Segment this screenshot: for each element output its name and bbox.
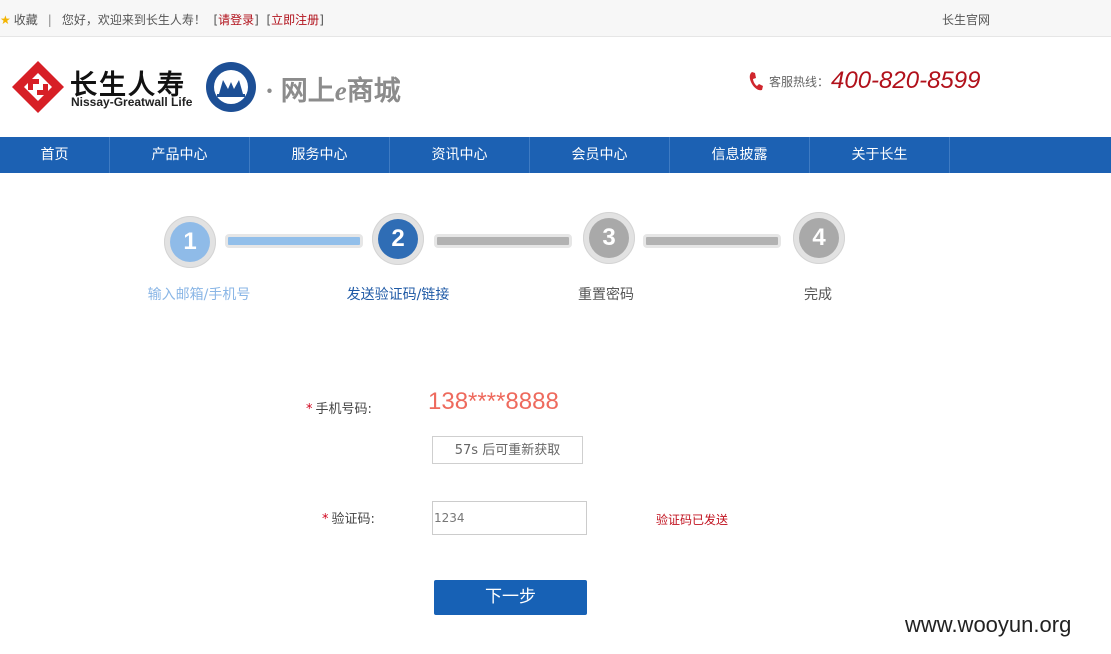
required-mark: * bbox=[306, 402, 313, 417]
nav-item-members[interactable]: 会员中心 bbox=[530, 137, 670, 173]
step-3-number: 3 bbox=[589, 218, 629, 258]
required-mark: * bbox=[322, 512, 329, 527]
mall-title-e: e bbox=[334, 76, 347, 106]
nav-item-news[interactable]: 资讯中心 bbox=[390, 137, 530, 173]
favorite-link[interactable]: 收藏 bbox=[14, 11, 38, 28]
phone-label: * 手机号码: bbox=[306, 398, 372, 417]
nav-item-about[interactable]: 关于长生 bbox=[810, 137, 950, 173]
step-1-number: 1 bbox=[170, 222, 210, 262]
hotline: 客服热线： 400-820-8599 bbox=[748, 67, 980, 95]
step-4-circle: 4 bbox=[793, 212, 845, 264]
star-icon: ★ bbox=[0, 12, 11, 27]
register-bracket-open: [ bbox=[258, 12, 272, 27]
top-bar-left: ★ 收藏 | 您好，欢迎来到长生人寿！ [请登录] [立即注册] bbox=[0, 11, 324, 28]
code-label-text: 验证码: bbox=[331, 512, 375, 527]
step-1-circle: 1 bbox=[164, 216, 216, 268]
code-sent-message: 验证码已发送 bbox=[656, 513, 729, 527]
nav-item-disclosure[interactable]: 信息披露 bbox=[670, 137, 810, 173]
step-3-circle: 3 bbox=[583, 212, 635, 264]
mall-title-suffix: 商城 bbox=[346, 76, 401, 106]
top-separator: | bbox=[47, 12, 52, 27]
hotline-number: 400-820-8599 bbox=[831, 67, 981, 94]
top-bar: ★ 收藏 | 您好，欢迎来到长生人寿！ [请登录] [立即注册] 长生官网 bbox=[0, 0, 1111, 37]
step-2-label: 发送验证码/链接 bbox=[346, 287, 450, 303]
step-2-circle: 2 bbox=[372, 213, 424, 265]
brand-logo-icon[interactable] bbox=[12, 61, 64, 113]
hotline-label: 客服热线： bbox=[769, 74, 830, 89]
register-bracket-close: ] bbox=[319, 12, 324, 27]
step-4-label: 完成 bbox=[804, 287, 832, 303]
register-link[interactable]: 立即注册 bbox=[271, 11, 319, 28]
main-nav: 首页 产品中心 服务中心 资讯中心 会员中心 信息披露 关于长生 bbox=[0, 137, 1111, 173]
resend-code-button[interactable]: 57s 后可重新获取 bbox=[432, 436, 583, 464]
login-link[interactable]: 请登录 bbox=[218, 11, 254, 28]
brand-name-en: Nissay-Greatwall Life bbox=[71, 95, 193, 109]
mall-title-prefix: · 网上 bbox=[265, 76, 335, 106]
nav-item-home[interactable]: 首页 bbox=[0, 137, 110, 173]
next-step-button[interactable]: 下一步 bbox=[434, 580, 587, 615]
mall-title: · 网上e商城 bbox=[265, 69, 401, 108]
step-3-connector bbox=[643, 234, 781, 248]
step-3-label: 重置密码 bbox=[578, 287, 634, 303]
code-label: * 验证码: bbox=[322, 508, 375, 527]
step-1-connector bbox=[225, 234, 363, 248]
nav-item-services[interactable]: 服务中心 bbox=[250, 137, 390, 173]
welcome-text: 您好，欢迎来到长生人寿！ bbox=[61, 13, 206, 27]
mall-emblem-icon bbox=[206, 62, 256, 112]
step-4-number: 4 bbox=[799, 218, 839, 258]
phone-label-text: 手机号码: bbox=[315, 402, 372, 417]
official-site-link[interactable]: 长生官网 bbox=[942, 11, 990, 28]
phone-number-value: 138****8888 bbox=[428, 388, 559, 415]
login-bracket-open: [ bbox=[205, 12, 219, 27]
phone-icon bbox=[749, 72, 763, 91]
watermark-text: www.wooyun.org bbox=[905, 612, 1072, 637]
step-2-number: 2 bbox=[378, 219, 418, 259]
verification-code-input[interactable] bbox=[432, 501, 587, 535]
step-1-label: 输入邮箱/手机号 bbox=[147, 287, 251, 303]
nav-item-products[interactable]: 产品中心 bbox=[110, 137, 250, 173]
step-2-connector bbox=[434, 234, 572, 248]
site-header: 长生人寿 Nissay-Greatwall Life · 网上e商城 客服热线：… bbox=[0, 37, 1111, 137]
